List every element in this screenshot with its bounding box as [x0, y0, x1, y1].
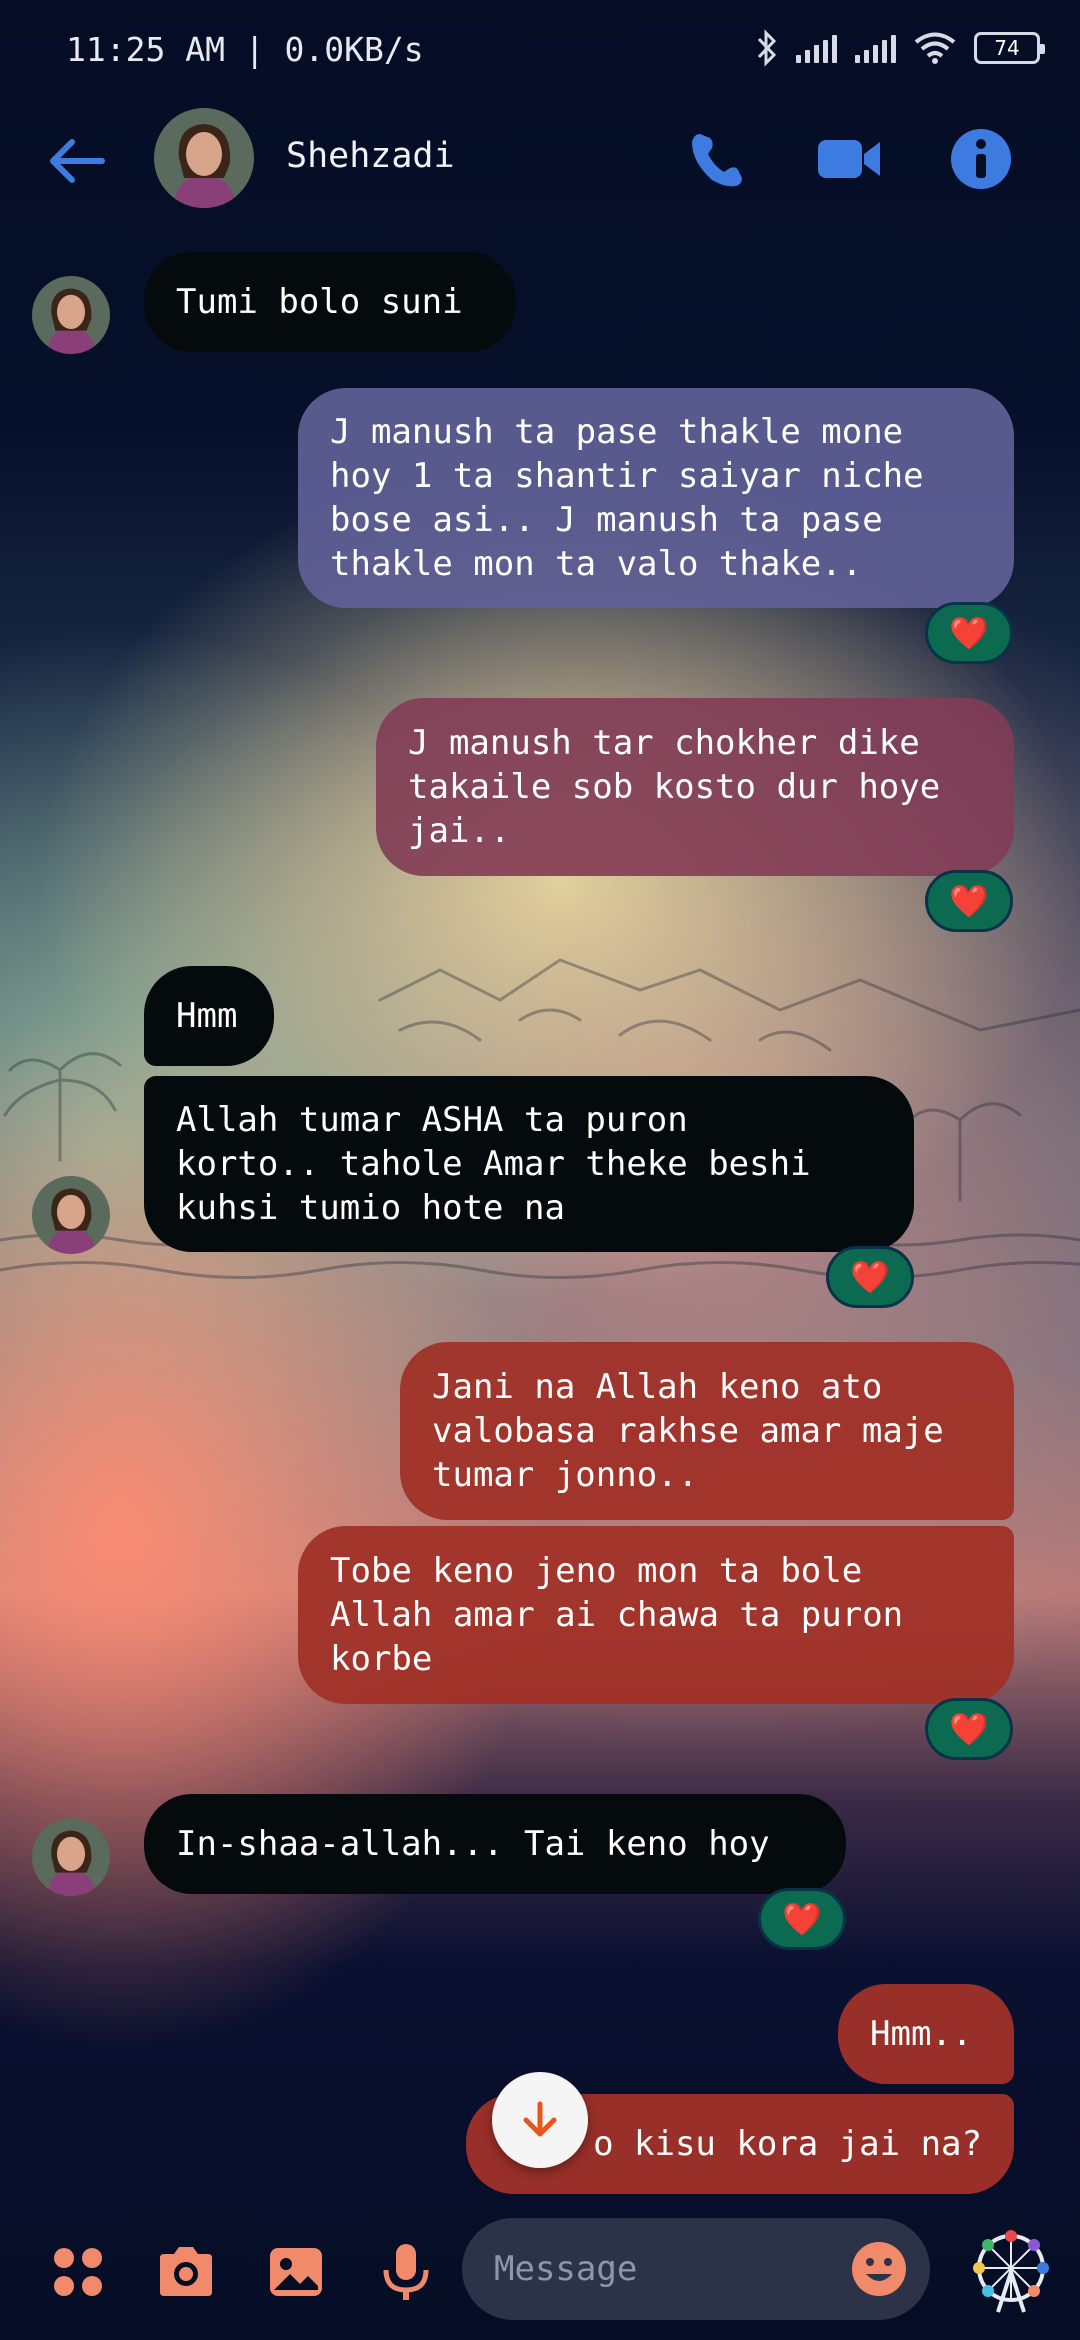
gallery-icon[interactable] [264, 2240, 328, 2304]
message-bubble-sent[interactable]: Tobe keno jeno mon ta bole Allah amar ai… [298, 1526, 1014, 1704]
status-icons: 74 [756, 28, 1045, 68]
microphone-icon[interactable] [374, 2240, 438, 2304]
message-input[interactable] [494, 2218, 854, 2320]
message-bubble-received[interactable]: Hmm [144, 966, 274, 1066]
status-bar: 11:25 AM | 0.0KB/s 74 [0, 0, 1080, 100]
signal-icon-2 [855, 33, 896, 63]
avatar-image [154, 108, 254, 208]
avatar-image [32, 1176, 110, 1254]
scroll-to-bottom-button[interactable] [492, 2072, 588, 2168]
reaction-badge[interactable]: ❤️ [758, 1888, 846, 1950]
contact-avatar[interactable] [154, 108, 254, 208]
contact-avatar-small[interactable] [32, 1818, 110, 1896]
back-arrow-icon[interactable] [46, 136, 106, 186]
message-input-box[interactable] [462, 2218, 930, 2320]
reaction-badge[interactable]: ❤️ [826, 1246, 914, 1308]
message-bubble-received[interactable]: Allah tumar ASHA ta puron korto.. tahole… [144, 1076, 914, 1252]
avatar-image [32, 1818, 110, 1896]
heart-reaction: ❤️ [782, 1900, 822, 1938]
video-call-icon[interactable] [814, 124, 884, 194]
phone-icon[interactable] [682, 124, 752, 194]
reaction-badge[interactable]: ❤️ [925, 870, 1013, 932]
message-bubble-sent[interactable]: Hmm.. [838, 1984, 1014, 2084]
chat-header: Shehzadi [0, 100, 1080, 220]
wifi-icon [914, 32, 956, 64]
message-bubble-sent[interactable]: J manush tar chokher dike takaile sob ko… [376, 698, 1014, 876]
message-bubble-received[interactable]: In-shaa-allah... Tai keno hoy [144, 1794, 846, 1894]
emoji-icon[interactable] [850, 2240, 908, 2298]
reaction-badge[interactable]: ❤️ [925, 1698, 1013, 1760]
menu-dots-icon[interactable] [46, 2240, 110, 2304]
contact-avatar-small[interactable] [32, 276, 110, 354]
heart-reaction: ❤️ [949, 1710, 989, 1748]
message-bubble-received[interactable]: Tumi bolo suni [144, 252, 516, 352]
message-composer [0, 2200, 1080, 2340]
signal-icon [796, 33, 837, 63]
info-icon[interactable] [946, 124, 1016, 194]
bluetooth-icon [757, 29, 777, 67]
arrow-down-icon [523, 2101, 557, 2137]
message-bubble-sent[interactable]: Jani na Allah keno ato valobasa rakhse a… [400, 1342, 1014, 1520]
status-time: 11:25 AM | 0.0KB/s [66, 30, 424, 69]
battery-level: 74 [994, 36, 1020, 60]
contact-name[interactable]: Shehzadi [286, 136, 455, 176]
sticker-icon[interactable] [968, 2228, 1054, 2314]
heart-reaction: ❤️ [949, 614, 989, 652]
camera-icon[interactable] [154, 2240, 218, 2304]
avatar-image [32, 276, 110, 354]
heart-reaction: ❤️ [949, 882, 989, 920]
contact-avatar-small[interactable] [32, 1176, 110, 1254]
battery-icon: 74 [974, 32, 1045, 64]
message-bubble-sent[interactable]: J manush ta pase thakle mone hoy 1 ta sh… [298, 388, 1014, 608]
reaction-badge[interactable]: ❤️ [925, 602, 1013, 664]
heart-reaction: ❤️ [850, 1258, 890, 1296]
